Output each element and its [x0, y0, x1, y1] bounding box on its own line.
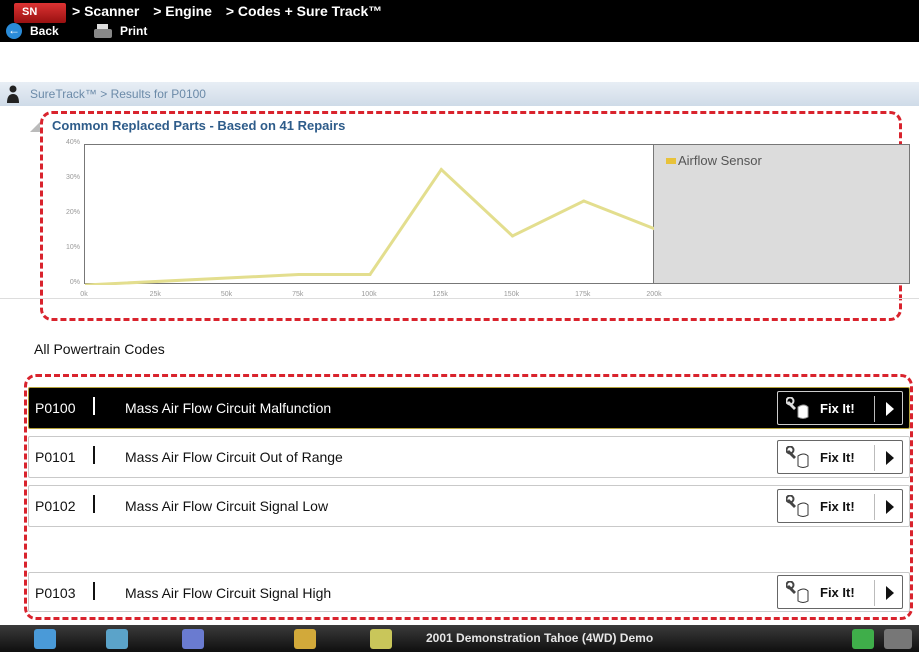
- fix-it-button[interactable]: Fix It!: [777, 575, 903, 609]
- code-row-p0101[interactable]: P0101 Mass Air Flow Circuit Out of Range…: [28, 436, 910, 478]
- breadcrumb: > Scanner > Engine > Codes + Sure Track™: [72, 3, 392, 19]
- chart-legend: Airflow Sensor: [654, 144, 910, 284]
- legend-label: Airflow Sensor: [678, 153, 762, 168]
- chevron-right-icon: [886, 586, 894, 600]
- fix-it-divider: [874, 580, 875, 606]
- chevron-right-icon: [886, 500, 894, 514]
- data-point: [582, 199, 586, 203]
- code-description: Mass Air Flow Circuit Out of Range: [125, 449, 343, 465]
- x-tick-label: 75k: [292, 291, 304, 298]
- suretrack-person-icon: [7, 85, 19, 103]
- print-button[interactable]: Print: [94, 21, 147, 41]
- chevron-right-icon: [886, 451, 894, 465]
- y-tick-label: 40%: [65, 139, 80, 146]
- back-button[interactable]: ← Back: [6, 21, 59, 41]
- app-window: SN > Scanner > Engine > Codes + Sure Tra…: [0, 0, 919, 652]
- data-icon[interactable]: [294, 629, 316, 649]
- back-label: Back: [30, 24, 59, 38]
- code-id: P0103: [35, 585, 76, 601]
- vehicle-icon[interactable]: [370, 629, 392, 649]
- y-tick-label: 10%: [65, 244, 80, 251]
- print-label: Print: [120, 24, 148, 38]
- fix-it-label: Fix It!: [820, 585, 855, 600]
- home-icon[interactable]: [34, 629, 56, 649]
- fix-it-button[interactable]: Fix It!: [777, 489, 903, 523]
- logo-text: SN: [22, 6, 38, 18]
- code-description: Mass Air Flow Circuit Signal High: [125, 585, 332, 601]
- crumb-engine[interactable]: > Engine: [153, 3, 212, 19]
- back-arrow-icon: ←: [6, 23, 22, 39]
- code-separator: [93, 582, 95, 600]
- battery-icon: [884, 629, 912, 649]
- wrench-hand-icon: [786, 495, 809, 517]
- wrench-hand-icon: [786, 581, 809, 603]
- x-tick-label: 150k: [503, 291, 520, 298]
- fix-it-divider: [874, 494, 875, 520]
- code-description: Mass Air Flow Circuit Malfunction: [125, 400, 332, 416]
- section-divider: [0, 298, 919, 299]
- fix-it-label: Fix It!: [820, 499, 855, 514]
- data-point: [511, 234, 514, 238]
- tools-icon[interactable]: [182, 629, 204, 649]
- snapon-logo[interactable]: SN: [14, 3, 66, 23]
- x-tick-label: 200k: [646, 291, 662, 298]
- suretrack-breadcrumb-text: SureTrack™ > Results for P0100: [30, 87, 206, 101]
- x-tick-label: 100k: [361, 291, 377, 298]
- wrench-hand-icon: [786, 397, 809, 419]
- data-point: [439, 168, 443, 171]
- connection-icon[interactable]: [852, 629, 874, 649]
- chevron-right-icon: [886, 402, 894, 416]
- fix-it-button[interactable]: Fix It!: [777, 440, 903, 474]
- x-tick-label: 125k: [432, 291, 448, 298]
- code-id: P0101: [35, 449, 76, 465]
- vehicle-status-text: 2001 Demonstration Tahoe (4WD) Demo: [426, 631, 654, 645]
- code-separator: [93, 495, 95, 513]
- x-tick-label: 25k: [149, 291, 161, 298]
- fix-it-button[interactable]: Fix It!: [777, 391, 903, 425]
- code-separator: [93, 446, 95, 464]
- title-bar: SN > Scanner > Engine > Codes + Sure Tra…: [0, 0, 919, 42]
- x-tick-label: 175k: [575, 291, 591, 298]
- codes-heading: All Powertrain Codes: [34, 341, 165, 357]
- y-tick-label: 20%: [65, 209, 80, 216]
- printer-icon: [94, 24, 112, 38]
- collapse-triangle-icon[interactable]: [30, 122, 40, 132]
- code-id: P0102: [35, 498, 76, 514]
- code-separator: [93, 397, 95, 415]
- data-point: [297, 273, 301, 276]
- code-row-p0103[interactable]: P0103 Mass Air Flow Circuit Signal High …: [28, 572, 910, 612]
- wrench-hand-icon: [786, 446, 809, 468]
- x-tick-label: 50k: [220, 291, 233, 298]
- fix-it-label: Fix It!: [820, 450, 855, 465]
- taskbar: 2001 Demonstration Tahoe (4WD) Demo: [0, 625, 919, 652]
- y-tick-label: 30%: [65, 174, 80, 181]
- legend-swatch: [666, 158, 676, 164]
- fix-it-label: Fix It!: [820, 401, 855, 416]
- code-row-p0100[interactable]: P0100 Mass Air Flow Circuit Malfunction …: [28, 387, 910, 429]
- suretrack-breadcrumb: SureTrack™ > Results for P0100: [0, 82, 919, 106]
- y-tick-label: 0%: [69, 279, 80, 286]
- x-tick-label: 0k: [80, 291, 88, 298]
- crumb-codes[interactable]: > Codes + Sure Track™: [226, 3, 382, 19]
- code-description: Mass Air Flow Circuit Signal Low: [125, 498, 329, 514]
- code-row-p0102[interactable]: P0102 Mass Air Flow Circuit Signal Low F…: [28, 485, 910, 527]
- fix-it-divider: [874, 396, 875, 422]
- scanner-icon[interactable]: [106, 629, 128, 649]
- fix-it-divider: [874, 445, 875, 471]
- chart-title: Common Replaced Parts - Based on 41 Repa…: [52, 118, 346, 133]
- chart-plot-area: [83, 144, 657, 287]
- code-id: P0100: [35, 400, 76, 416]
- series-line-1: [84, 167, 656, 287]
- crumb-scanner[interactable]: > Scanner: [72, 3, 139, 19]
- chart-line-svg: [83, 167, 657, 287]
- data-point: [368, 273, 372, 276]
